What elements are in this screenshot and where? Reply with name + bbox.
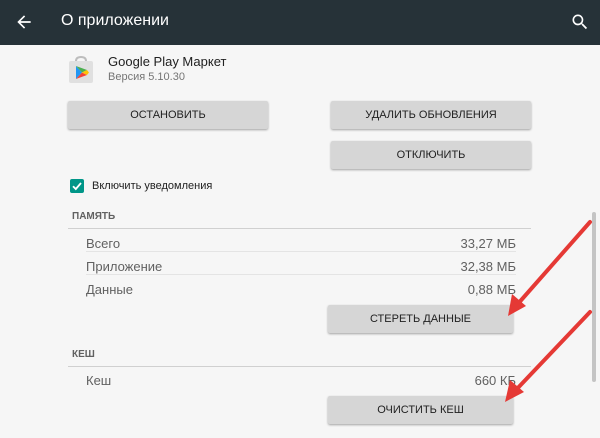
clear-cache-button[interactable]: ОЧИСТИТЬ КЕШ [328, 396, 513, 424]
cache-section-header: КЕШ [72, 349, 95, 360]
stop-button[interactable]: ОСТАНОВИТЬ [68, 101, 268, 129]
memory-section-header: ПАМЯТЬ [72, 211, 116, 222]
uninstall-updates-button[interactable]: УДАЛИТЬ ОБНОВЛЕНИЯ [331, 101, 531, 129]
search-icon[interactable] [570, 12, 590, 32]
cache-label: Кеш [86, 373, 112, 388]
google-play-icon [69, 55, 93, 83]
memory-data-label: Данные [86, 282, 133, 297]
memory-app-value: 32,38 МБ [460, 259, 516, 274]
row-separator [86, 274, 516, 275]
memory-app-label: Приложение [86, 259, 163, 274]
disable-button[interactable]: ОТКЛЮЧИТЬ [331, 141, 531, 169]
cache-divider [68, 366, 531, 367]
memory-total-label: Всего [86, 236, 121, 251]
cache-value: 660 КБ [474, 373, 516, 388]
memory-divider [68, 228, 531, 229]
scrollbar[interactable] [592, 212, 596, 382]
arrow-back-icon[interactable] [14, 12, 34, 32]
app-name: Google Play Маркет [108, 54, 227, 69]
memory-total-value: 33,27 МБ [460, 236, 516, 251]
row-separator [86, 251, 516, 252]
arrow-to-clear-data [508, 220, 592, 316]
clear-data-button[interactable]: СТЕРЕТЬ ДАННЫЕ [328, 305, 513, 333]
page-title: О приложении [61, 12, 169, 29]
check-icon [72, 182, 82, 191]
notifications-label[interactable]: Включить уведомления [92, 180, 212, 192]
memory-data-value: 0,88 МБ [467, 282, 516, 297]
app-version: Версия 5.10.30 [108, 71, 185, 83]
arrow-to-clear-cache [505, 310, 592, 402]
notifications-checkbox[interactable] [70, 179, 84, 193]
app-bar: О приложении [0, 0, 600, 45]
